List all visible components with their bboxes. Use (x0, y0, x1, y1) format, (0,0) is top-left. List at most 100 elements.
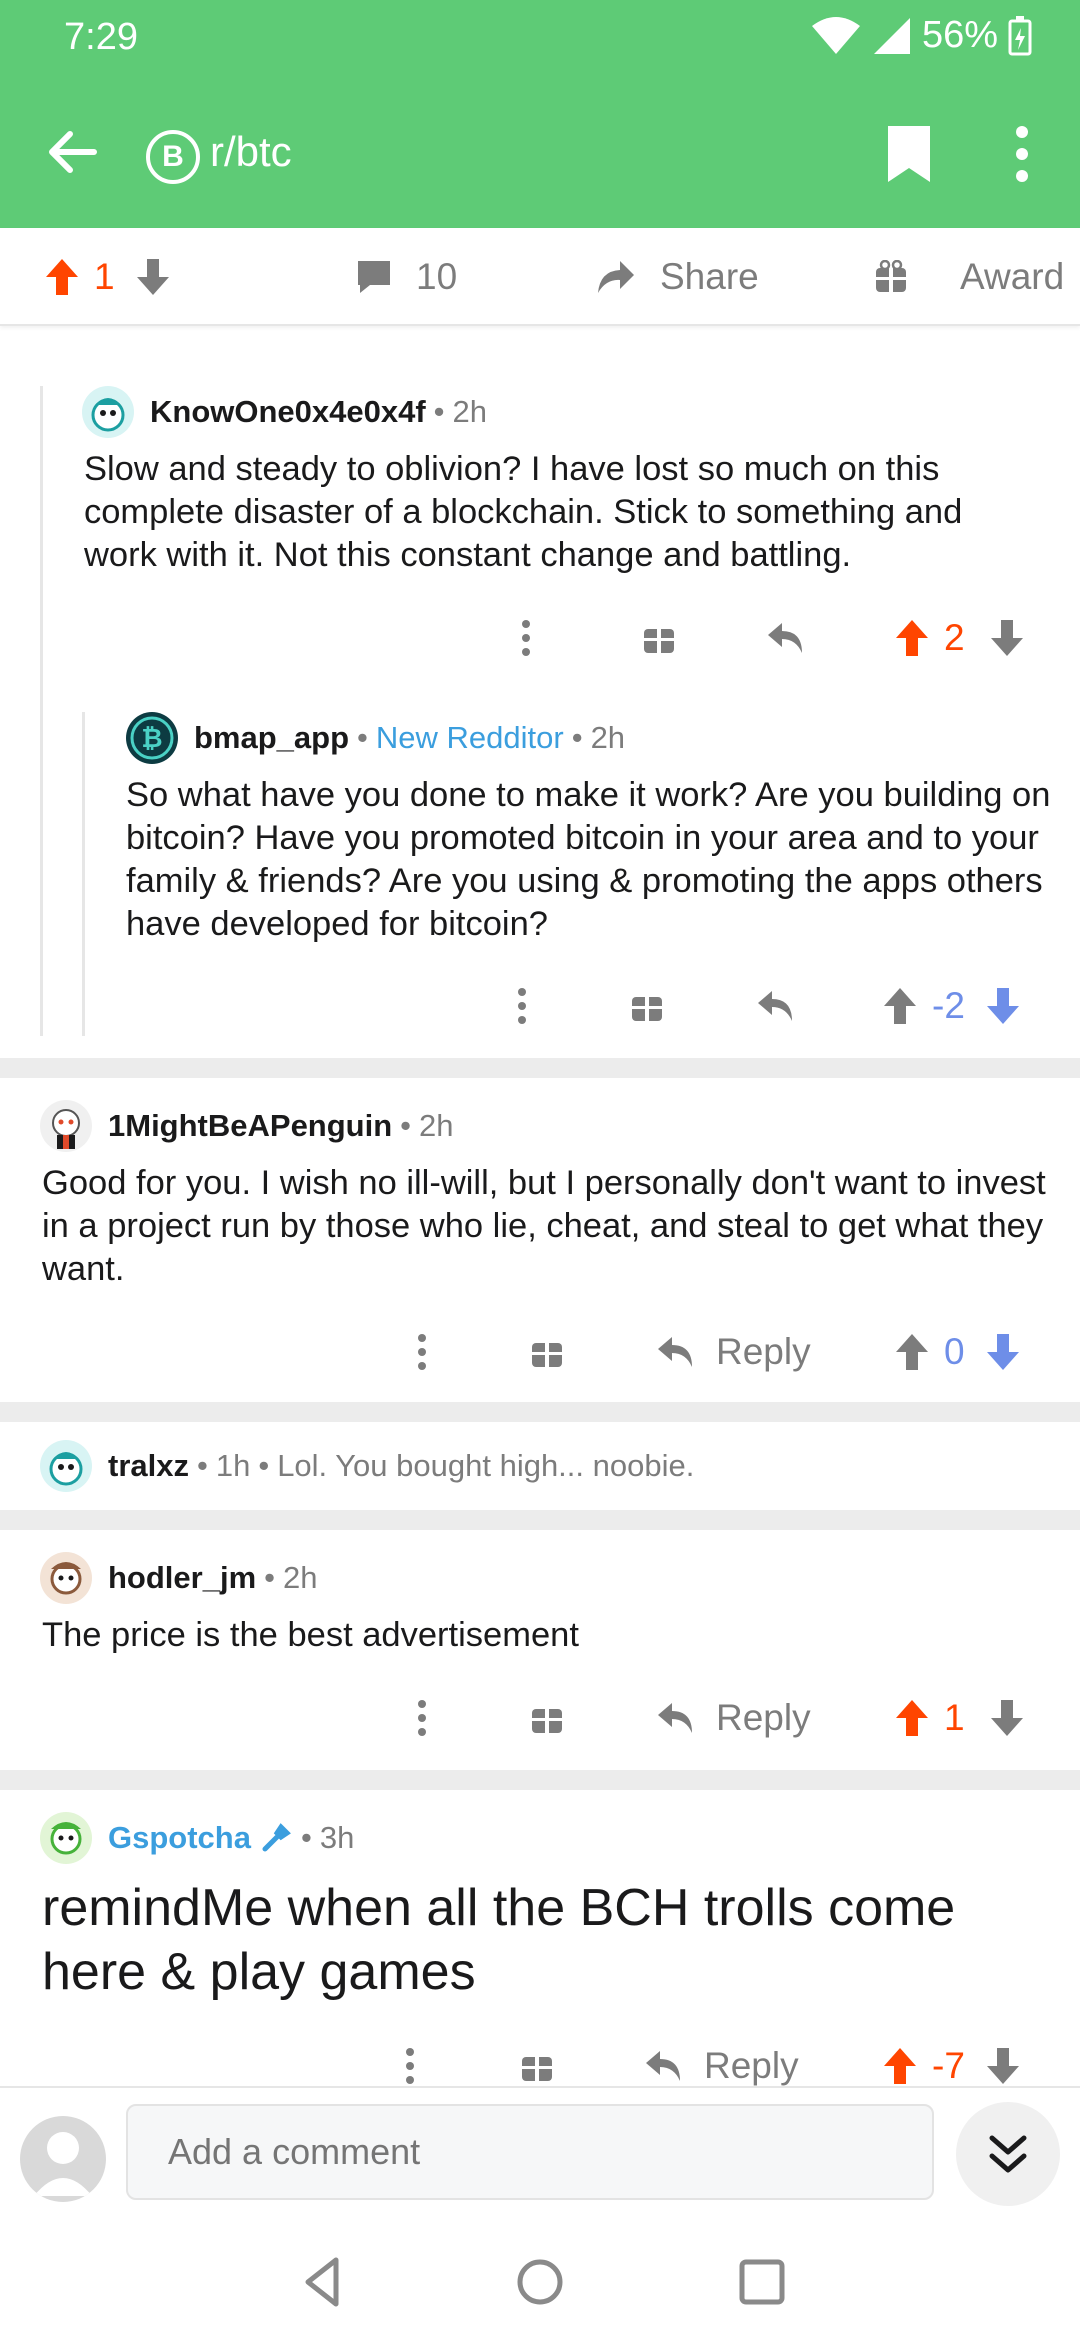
back-arrow-icon[interactable] (44, 124, 100, 180)
comment-bubble-icon (358, 261, 390, 293)
more-options-icon[interactable] (416, 1322, 428, 1382)
comment-author[interactable]: 1MightBeAPenguin (108, 1108, 392, 1144)
comments-count-button[interactable]: 10 (356, 252, 457, 302)
comment-author[interactable]: KnowOne0x4e0x4f (150, 394, 426, 430)
reply-button[interactable]: Reply (656, 1322, 811, 1382)
snoo-avatar-icon (52, 1109, 80, 1149)
upvote-icon[interactable] (44, 257, 80, 297)
comment-score: 2 (944, 617, 965, 658)
comment-author[interactable]: bmap_app (194, 720, 349, 756)
downvote-icon[interactable] (985, 986, 1021, 1026)
comment-author[interactable]: hodler_jm (108, 1560, 256, 1596)
avatar[interactable] (40, 1812, 92, 1864)
user-avatar[interactable] (20, 2116, 106, 2202)
vote-group: 1 (894, 1688, 1025, 1748)
collapsed-comment-tralxz[interactable]: tralxz • 1h • Lol. You bought high... no… (40, 1440, 694, 1492)
comment-header: Gspotcha • 3h (40, 1812, 354, 1864)
post-score: 1 (94, 256, 115, 297)
comment-actions: -2 (0, 976, 1080, 1036)
gift-icon (876, 260, 906, 292)
more-options-icon[interactable] (516, 976, 528, 1036)
gift-icon[interactable] (530, 1688, 564, 1748)
comments-count: 10 (416, 256, 458, 297)
comment-actions: 2 (0, 608, 1080, 668)
comment-age: 2h (452, 394, 488, 429)
reply-label: Reply (716, 1697, 811, 1738)
comment-preview: Lol. You bought high... noobie. (277, 1448, 695, 1483)
user-silhouette-icon (34, 2132, 92, 2196)
bookmark-icon[interactable] (884, 124, 934, 184)
gift-icon[interactable] (530, 1322, 564, 1382)
comment-score: -2 (932, 985, 965, 1026)
separator-dot: • (264, 1560, 276, 1595)
upvote-icon[interactable] (882, 986, 918, 1026)
nav-back-icon[interactable] (296, 2254, 352, 2310)
comment-age: 1h (215, 1448, 251, 1483)
subreddit-name[interactable]: r/btc (210, 128, 292, 176)
downvote-icon[interactable] (989, 618, 1025, 658)
separator-dot: • (258, 1448, 270, 1483)
award-label: Award (960, 256, 1065, 297)
reply-arrow-icon (658, 1703, 692, 1733)
comment-age: 3h (319, 1820, 355, 1855)
snoo-avatar-icon (50, 1562, 82, 1595)
more-options-icon[interactable] (416, 1688, 428, 1748)
avatar[interactable] (82, 386, 134, 438)
separator-dot: • (300, 1820, 312, 1855)
comment-author[interactable]: Gspotcha (108, 1820, 251, 1856)
upvote-icon[interactable] (894, 1698, 930, 1738)
add-comment-input[interactable] (126, 2104, 934, 2200)
snoo-avatar-icon (50, 1822, 82, 1855)
reply-arrow-icon[interactable] (756, 976, 796, 1036)
comment-header: KnowOne0x4e0x4f • 2h (82, 386, 487, 438)
downvote-icon[interactable] (135, 257, 171, 297)
subreddit-icon[interactable]: B (146, 130, 200, 184)
downvote-icon[interactable] (985, 2046, 1021, 2086)
avatar[interactable] (40, 1440, 92, 1492)
app-header: 7:29 56% B r/btc (0, 0, 1080, 228)
nav-home-icon[interactable] (512, 2254, 568, 2310)
award-button[interactable]: Award (874, 252, 1064, 302)
gift-icon[interactable] (630, 976, 664, 1036)
avatar[interactable] (40, 1100, 92, 1152)
post-action-bar: 1 10 Share Award (0, 228, 1080, 326)
share-button[interactable]: Share (596, 252, 759, 302)
nav-recents-icon[interactable] (734, 2254, 790, 2310)
upvote-icon[interactable] (882, 2046, 918, 2086)
moderator-wrench-icon (262, 1823, 291, 1852)
comment-age: 2h (419, 1108, 454, 1143)
battery-percent: 56% (921, 14, 998, 56)
share-label: Share (660, 256, 759, 297)
upvote-icon[interactable] (894, 618, 930, 658)
separator-dot: • (196, 1448, 208, 1483)
comment-divider (0, 1058, 1080, 1078)
comment-header: 1MightBeAPenguin • 2h (40, 1100, 454, 1152)
avatar[interactable] (40, 1552, 92, 1604)
comment-author[interactable]: tralxz (108, 1448, 189, 1484)
collapse-button[interactable] (956, 2102, 1060, 2206)
thread-line[interactable] (40, 386, 43, 1036)
reply-label: Reply (704, 2045, 799, 2086)
comment-body: The price is the best advertisement (42, 1616, 579, 1654)
more-options-icon[interactable] (1004, 124, 1040, 184)
separator-dot: • (357, 720, 368, 755)
reply-arrow-icon[interactable] (766, 608, 806, 668)
more-options-icon[interactable] (520, 608, 532, 668)
comment-age: 2h (590, 720, 626, 755)
toolbar: B r/btc (0, 110, 1080, 190)
downvote-icon[interactable] (989, 1698, 1025, 1738)
gift-icon[interactable] (642, 608, 676, 668)
comment-body: remindMe when all the BCH trolls come he… (42, 1879, 956, 2001)
reply-arrow-icon (646, 2051, 680, 2081)
upvote-icon[interactable] (894, 1332, 930, 1372)
comment-header: ₿ bmap_app • New Redditor • 2h (126, 712, 625, 764)
reply-button[interactable]: Reply (656, 1688, 811, 1748)
comment-divider (0, 1402, 1080, 1422)
separator-dot: • (400, 1108, 412, 1143)
avatar[interactable]: ₿ (126, 712, 178, 764)
status-time: 7:29 (64, 16, 138, 58)
double-chevron-down-icon (989, 2135, 1027, 2173)
downvote-icon[interactable] (985, 1332, 1021, 1372)
comment-body: Good for you. I wish no ill-will, but I … (42, 1164, 1046, 1288)
reply-arrow-icon (658, 1337, 692, 1367)
